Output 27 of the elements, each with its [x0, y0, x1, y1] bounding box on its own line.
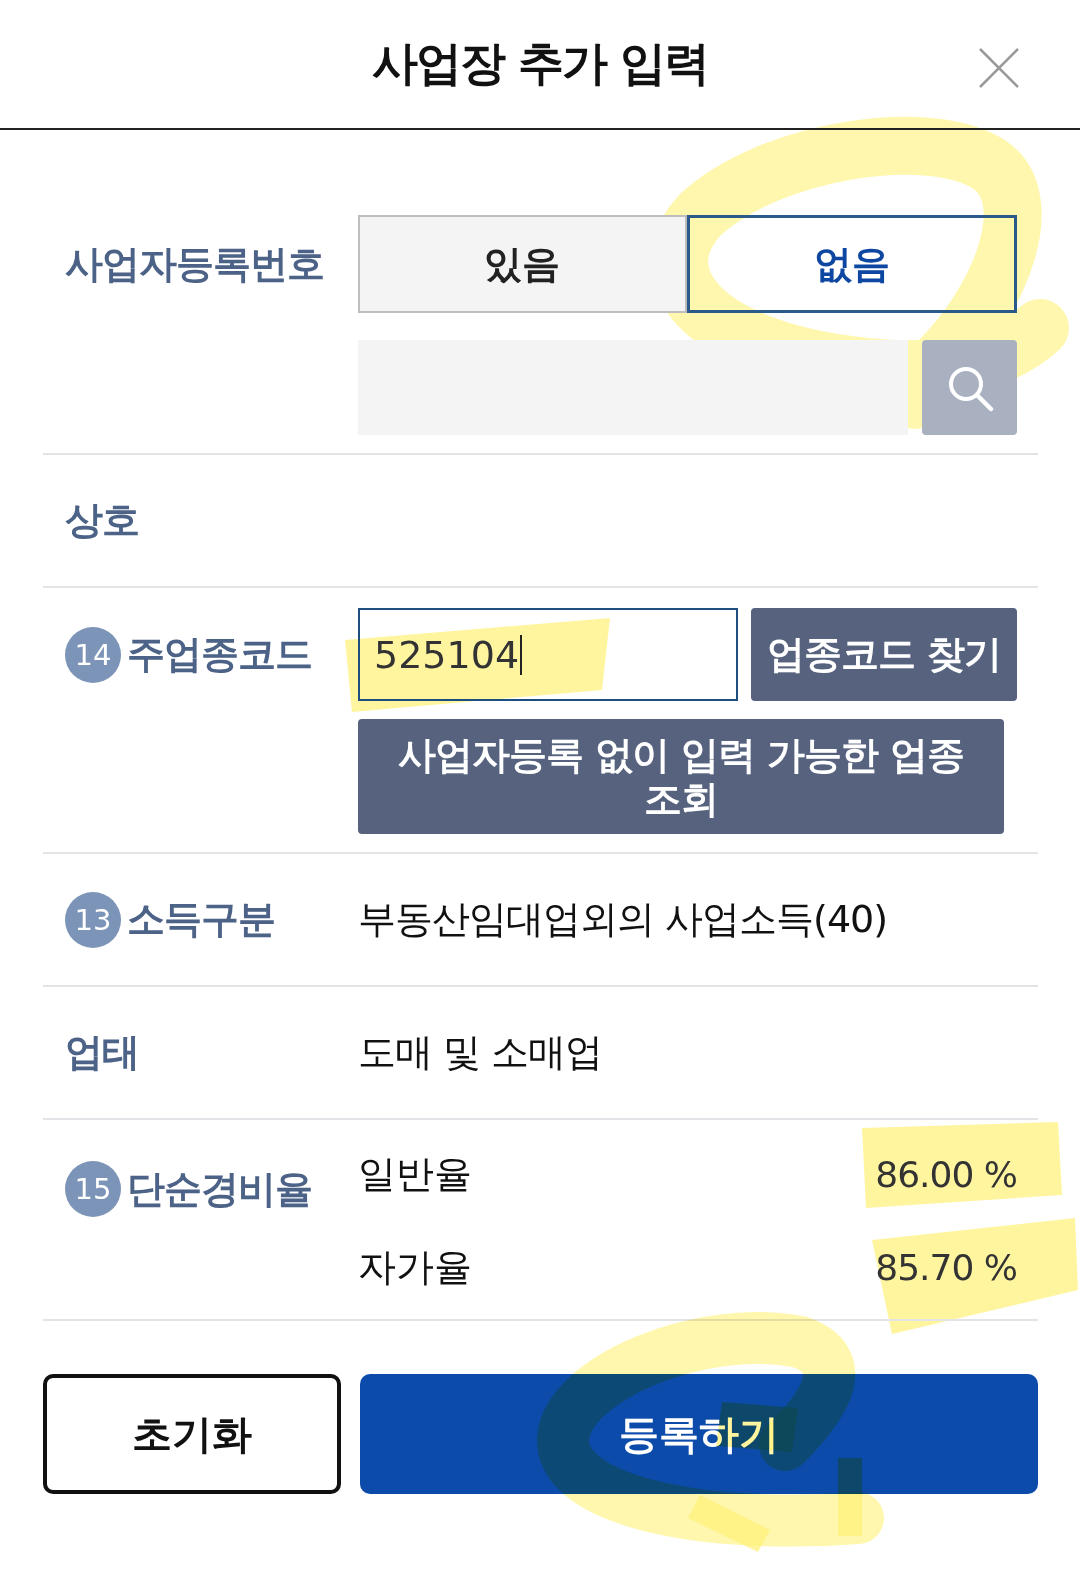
step-number-badge: 15 [65, 1161, 121, 1217]
dialog-title: 사업장 추가 입력 [372, 35, 708, 92]
field-value: 도매 및 소매업 [358, 1029, 604, 1076]
rate-value: 86.00 % [875, 1153, 1017, 1195]
close-button[interactable] [979, 48, 1019, 88]
step-number-badge: 13 [65, 891, 121, 948]
search-button[interactable] [922, 340, 1017, 435]
step-number-badge: 14 [65, 626, 121, 683]
field-value: 부동산임대업외의 사업소득(40) [358, 896, 889, 943]
lookup-industry-button[interactable]: 사업자등록 없이 입력 가능한 업종 조회 [358, 719, 1004, 834]
reset-button[interactable]: 초기화 [43, 1374, 341, 1494]
rate-name: 일반율 [358, 1150, 472, 1198]
toggle-option[interactable]: 없음 [686, 215, 1017, 313]
text-cursor [520, 634, 523, 675]
search-field[interactable] [358, 340, 908, 435]
field-label: 업태 [65, 1029, 139, 1076]
field-label: 사업자등록번호 [65, 240, 324, 288]
toggle-option[interactable]: 있음 [358, 215, 687, 313]
rate-value: 85.70 % [875, 1246, 1017, 1288]
industry-code-field[interactable]: 525104 [358, 608, 738, 701]
rate-name: 자가율 [358, 1243, 472, 1291]
find-code-button[interactable]: 업종코드 찾기 [751, 608, 1017, 701]
field-label: 상호 [65, 497, 139, 544]
field-label: 주업종코드 [127, 631, 312, 678]
field-label: 소득구분 [127, 896, 275, 943]
field-label: 단순경비율 [127, 1165, 312, 1213]
close-icon [979, 48, 1019, 88]
